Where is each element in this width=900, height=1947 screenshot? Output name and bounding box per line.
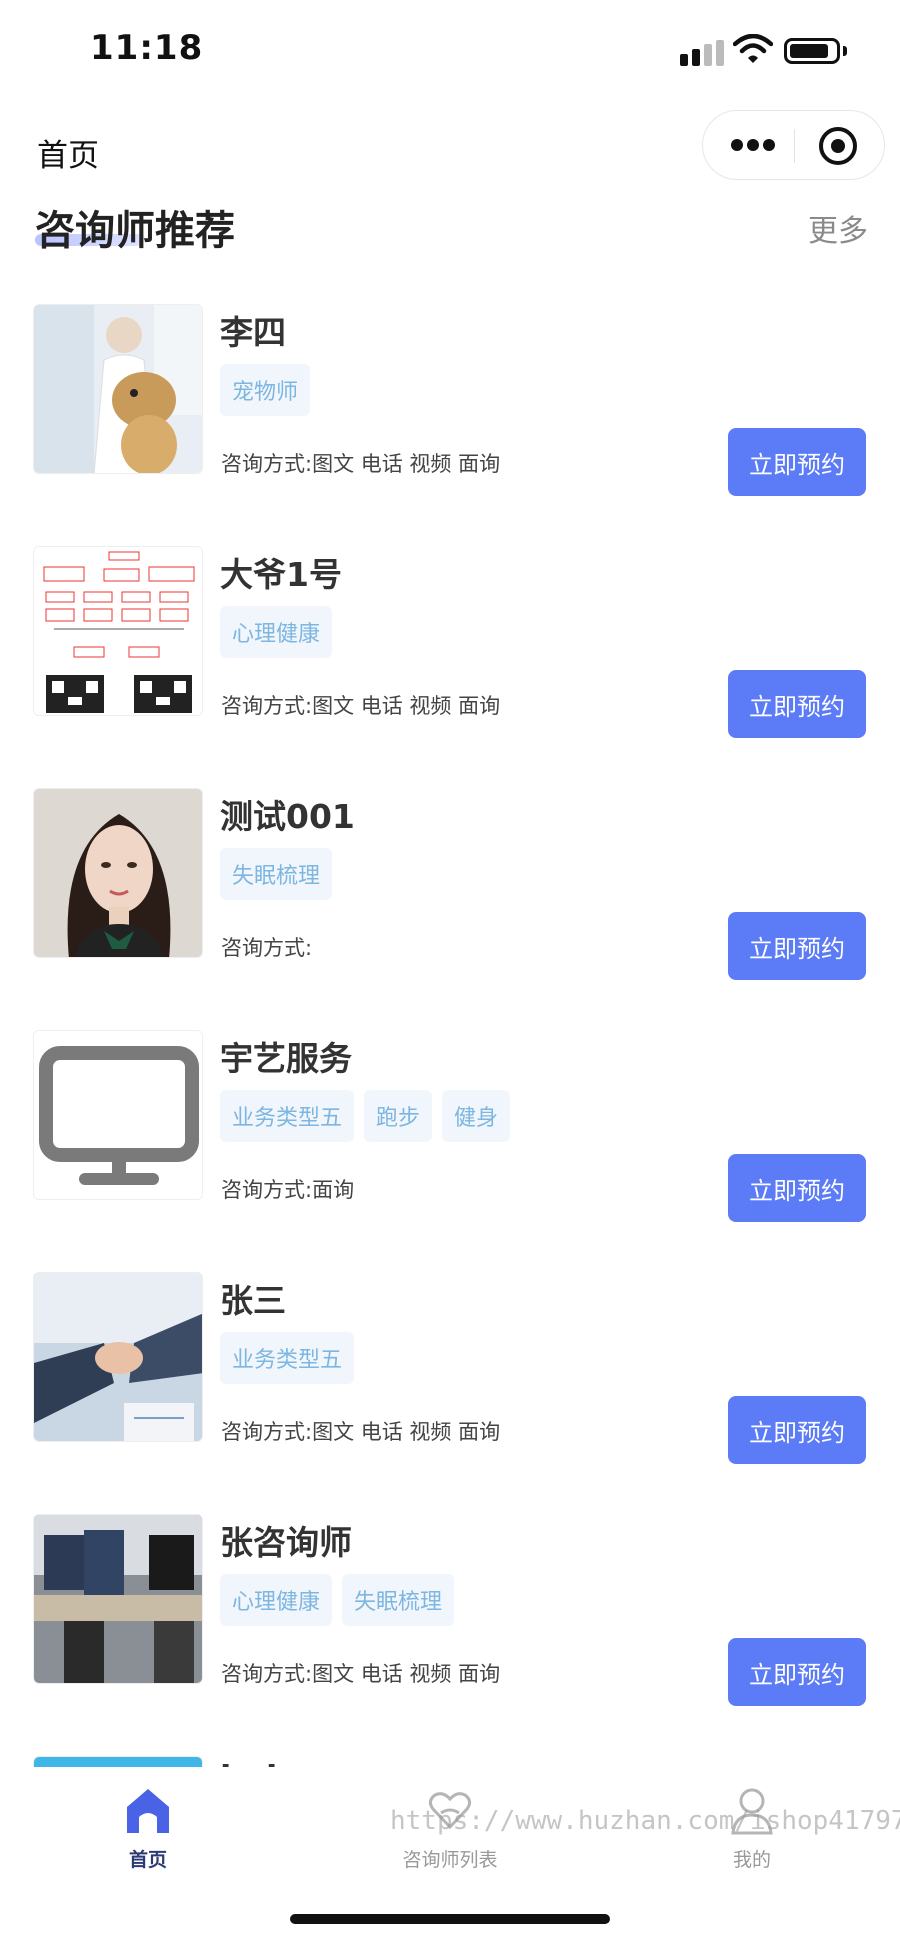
counselor-name: 大爷1号 — [220, 555, 342, 594]
counselor-list: 李四 宠物师 咨询方式:图文 电话 视频 面询 立即预约 大爷1号 心理健康 咨… — [0, 300, 900, 1767]
close-target-icon[interactable] — [819, 127, 857, 165]
counselor-name: 张咨询师 — [220, 1523, 352, 1562]
more-link[interactable]: 更多 — [808, 206, 868, 250]
consult-methods: 咨询方式:图文 电话 视频 面询 — [221, 1658, 500, 1688]
tag: 失眠梳理 — [342, 1574, 455, 1626]
book-button[interactable]: 立即预约 — [728, 670, 866, 738]
tag: 失眠梳理 — [220, 848, 333, 900]
miniprogram-capsule — [702, 110, 885, 180]
monitor-icon — [33, 1030, 203, 1200]
tag: 心理健康 — [220, 1574, 333, 1626]
tag: 宠物师 — [220, 364, 311, 416]
tab-label: 我的 — [732, 1849, 771, 1871]
tag-list: 心理健康 — [220, 606, 333, 658]
consult-methods: 咨询方式: — [221, 932, 312, 962]
tag: 健身 — [442, 1090, 511, 1142]
counselor-photo — [33, 1756, 203, 1767]
tag-list: 宠物师 — [220, 364, 311, 416]
method-label: 咨询方式: — [221, 452, 313, 476]
counselor-card[interactable]: beiss — [0, 1752, 900, 1767]
section-header: 咨询师推荐 — [35, 198, 235, 256]
status-time: 11:18 — [90, 28, 204, 68]
counselor-card[interactable]: 张咨询师 心理健康 失眠梳理 咨询方式:图文 电话 视频 面询 立即预约 — [0, 1510, 900, 1752]
counselor-name: 测试001 — [220, 797, 355, 836]
method-label: 咨询方式: — [221, 936, 313, 960]
tab-counselor-list[interactable]: 咨询师列表 — [350, 1783, 550, 1872]
page-title: 首页 — [37, 138, 99, 174]
counselor-name: 张三 — [220, 1281, 286, 1320]
book-button[interactable]: 立即预约 — [728, 1638, 866, 1706]
book-button[interactable]: 立即预约 — [728, 428, 866, 496]
method-value: 图文 电话 视频 面询 — [312, 1662, 501, 1686]
counselor-card[interactable]: 宇艺服务 业务类型五 跑步 健身 咨询方式:面询 立即预约 — [0, 1026, 900, 1268]
counselor-photo — [33, 1514, 203, 1684]
counselor-photo — [33, 546, 203, 716]
home-icon — [127, 1789, 169, 1833]
capsule-divider — [794, 129, 795, 163]
tab-home[interactable]: 首页 — [48, 1783, 248, 1872]
method-value: 图文 电话 视频 面询 — [312, 694, 501, 718]
tag-list: 心理健康 失眠梳理 — [220, 1574, 455, 1626]
consult-methods: 咨询方式:图文 电话 视频 面询 — [221, 690, 500, 720]
tag-list: 失眠梳理 — [220, 848, 333, 900]
counselor-card[interactable]: 张三 业务类型五 咨询方式:图文 电话 视频 面询 立即预约 — [0, 1268, 900, 1510]
user-icon — [731, 1788, 773, 1835]
method-value: 图文 电话 视频 面询 — [312, 1420, 501, 1444]
status-bar: 11:18 — [0, 0, 900, 100]
tag: 业务类型五 — [220, 1090, 355, 1142]
counselor-name: 李四 — [220, 313, 286, 352]
method-label: 咨询方式: — [221, 1420, 313, 1444]
tag: 跑步 — [364, 1090, 433, 1142]
consult-methods: 咨询方式:面询 — [221, 1174, 354, 1204]
book-button[interactable]: 立即预约 — [728, 912, 866, 980]
wifi-icon — [733, 34, 773, 63]
cellular-signal-icon — [680, 40, 724, 66]
method-value: 图文 电话 视频 面询 — [312, 452, 501, 476]
tag-list: 业务类型五 — [220, 1332, 355, 1384]
counselor-name: beiss — [220, 1758, 317, 1767]
tab-label: 咨询师列表 — [402, 1849, 498, 1871]
home-indicator — [290, 1914, 610, 1924]
tag: 心理健康 — [220, 606, 333, 658]
book-button[interactable]: 立即预约 — [728, 1396, 866, 1464]
tab-mine[interactable]: 我的 — [652, 1783, 852, 1872]
counselor-card[interactable]: 测试001 失眠梳理 咨询方式: 立即预约 — [0, 784, 900, 1026]
counselor-card[interactable]: 李四 宠物师 咨询方式:图文 电话 视频 面询 立即预约 — [0, 300, 900, 542]
tag: 业务类型五 — [220, 1332, 355, 1384]
tag-list: 业务类型五 跑步 健身 — [220, 1090, 511, 1142]
battery-tip — [843, 46, 847, 56]
battery-icon — [784, 38, 840, 64]
method-label: 咨询方式: — [221, 1662, 313, 1686]
consult-methods: 咨询方式:图文 电话 视频 面询 — [221, 1416, 500, 1446]
method-label: 咨询方式: — [221, 1178, 313, 1202]
consult-methods: 咨询方式:图文 电话 视频 面询 — [221, 448, 500, 478]
counselor-photo — [33, 1272, 203, 1442]
tab-label: 首页 — [128, 1849, 167, 1871]
method-value: 面询 — [312, 1178, 355, 1202]
method-label: 咨询方式: — [221, 694, 313, 718]
heart-hands-icon — [428, 1792, 472, 1830]
counselor-name: 宇艺服务 — [220, 1039, 352, 1078]
section-title: 咨询师推荐 — [35, 208, 235, 254]
counselor-card[interactable]: 大爷1号 心理健康 咨询方式:图文 电话 视频 面询 立即预约 — [0, 542, 900, 784]
more-icon[interactable] — [731, 139, 775, 153]
book-button[interactable]: 立即预约 — [728, 1154, 866, 1222]
counselor-photo — [33, 304, 203, 474]
counselor-photo — [33, 788, 203, 958]
